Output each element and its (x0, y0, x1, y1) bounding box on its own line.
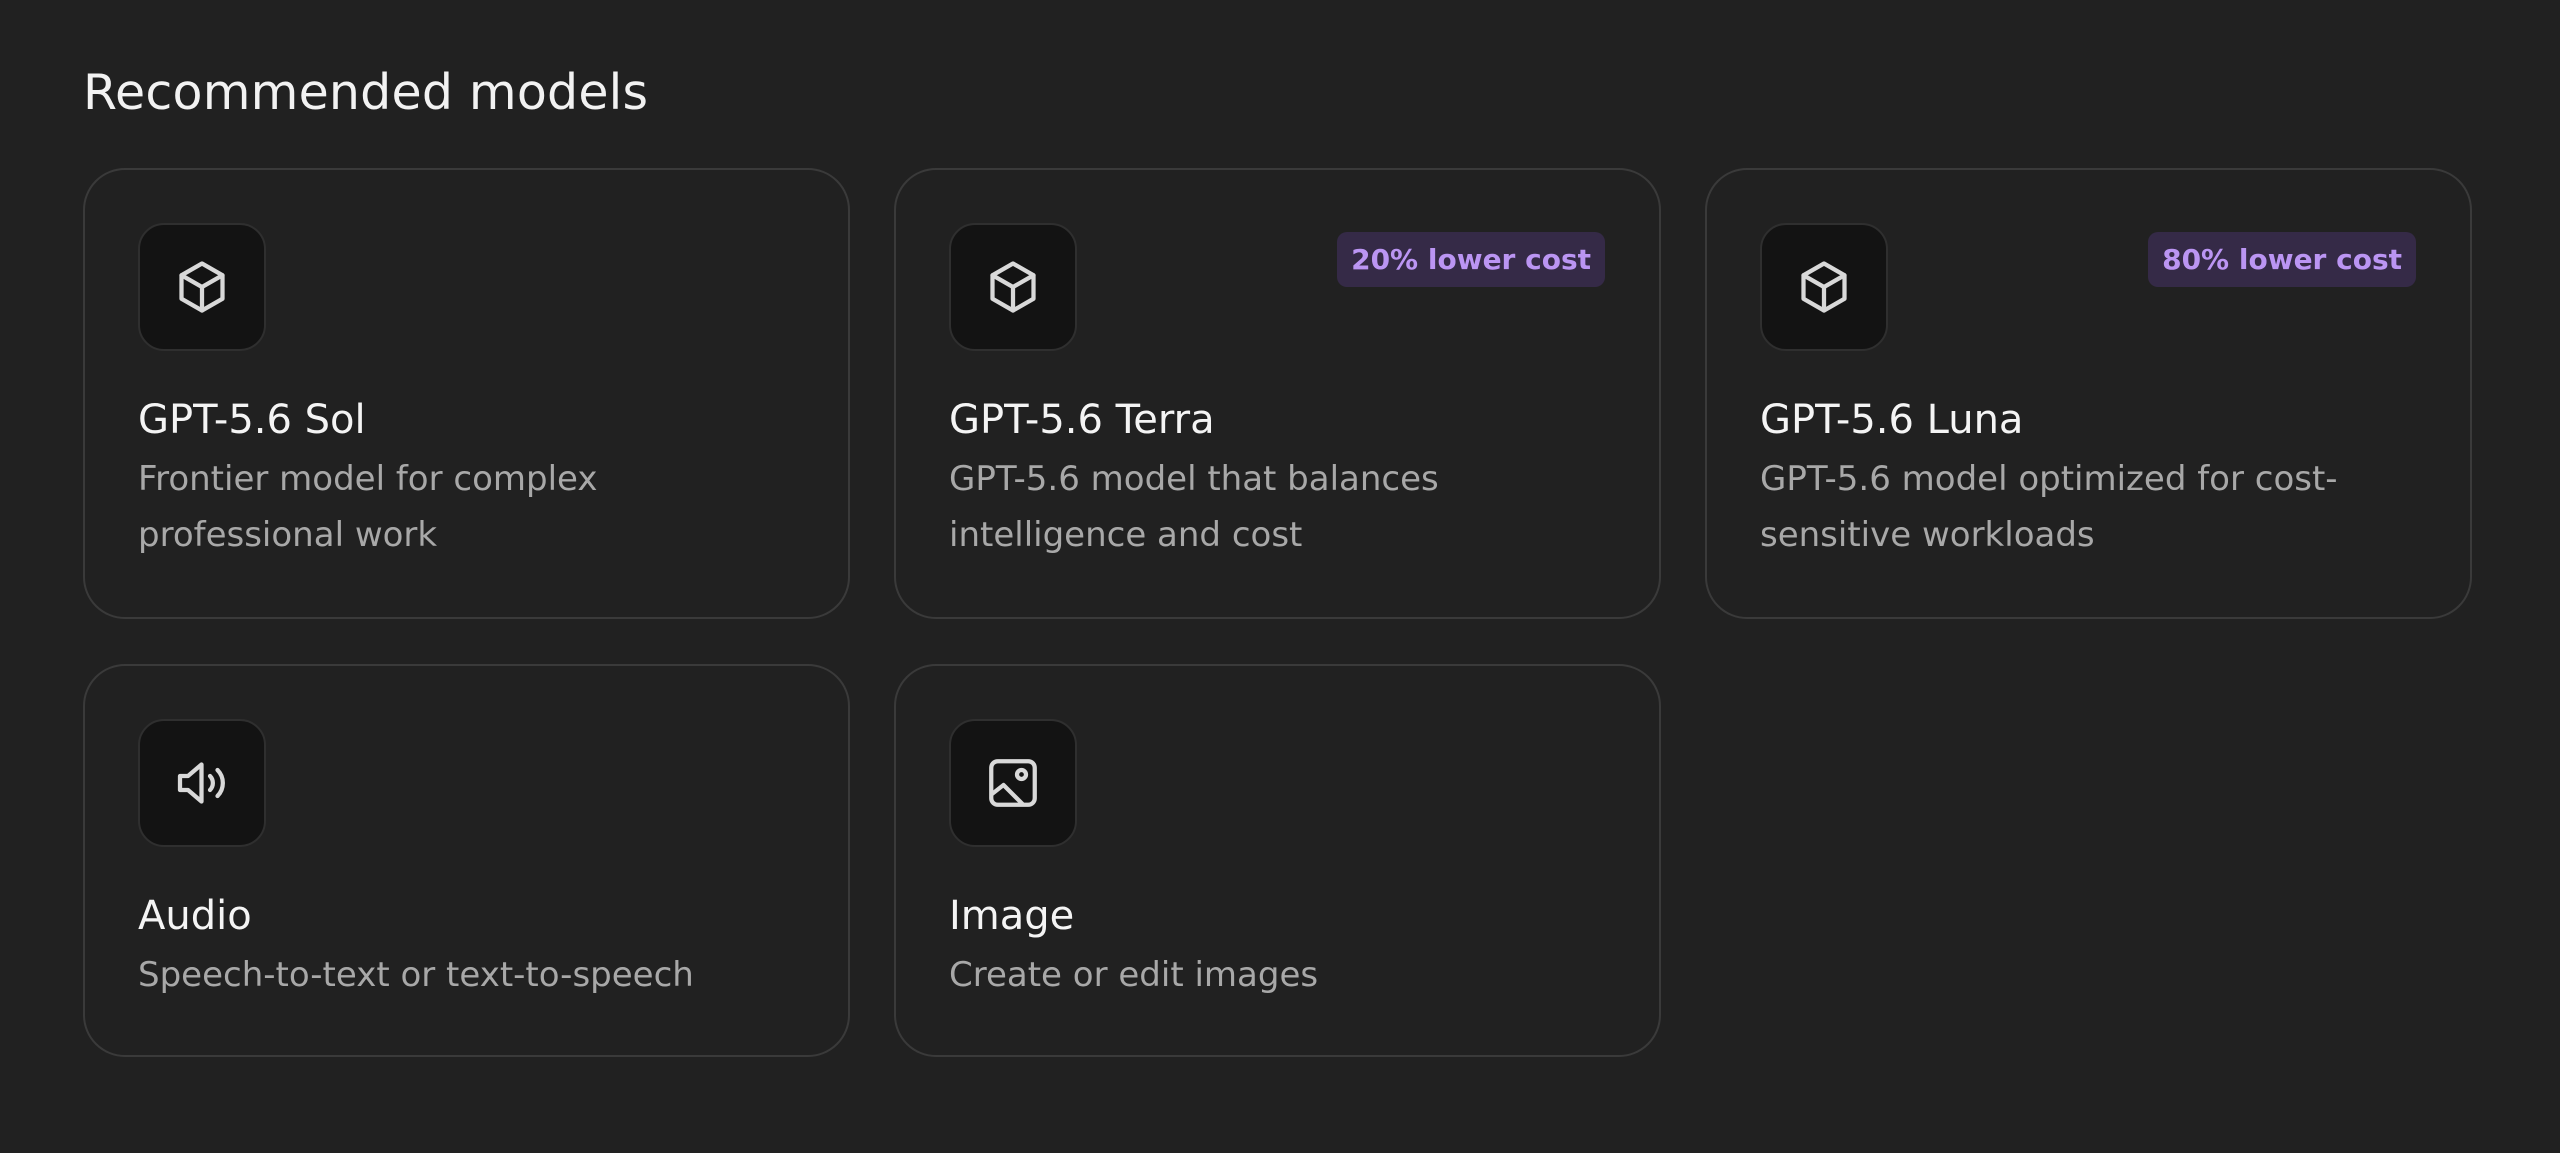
model-description: Speech-to-text or text-to-speech (138, 955, 694, 995)
model-title: GPT-5.6 Sol (138, 397, 366, 443)
model-title: Image (949, 893, 1075, 939)
model-card-grid: GPT-5.6 Sol Frontier model for complex p… (83, 168, 2472, 1057)
model-card-audio[interactable]: Audio Speech-to-text or text-to-speech (83, 664, 850, 1057)
cube-icon (1801, 261, 1847, 313)
recommended-models-page: Recommended models GPT-5.6 Sol Frontier … (0, 0, 2560, 1153)
icon-tile (138, 223, 266, 351)
model-description: Create or edit images (949, 955, 1319, 995)
model-card-image[interactable]: Image Create or edit images (894, 664, 1661, 1057)
icon-tile (949, 223, 1077, 351)
section-title: Recommended models (83, 64, 649, 121)
model-title: GPT-5.6 Luna (1760, 397, 2024, 443)
model-description: GPT-5.6 model optimized for cost-sensiti… (1760, 459, 2338, 555)
model-title: Audio (138, 893, 252, 939)
cube-icon (179, 261, 225, 313)
icon-tile (949, 719, 1077, 847)
icon-tile (138, 719, 266, 847)
model-card-gpt-5-6-sol[interactable]: GPT-5.6 Sol Frontier model for complex p… (83, 168, 850, 619)
speaker-icon (177, 762, 225, 804)
model-description: GPT-5.6 model that balances intelligence… (949, 459, 1439, 555)
model-description: Frontier model for complex professional … (138, 459, 598, 555)
model-card-gpt-5-6-luna[interactable]: 80% lower cost GPT-5.6 Luna GPT-5.6 mode… (1705, 168, 2472, 619)
cost-badge: 80% lower cost (2148, 232, 2416, 287)
cube-icon (990, 261, 1036, 313)
model-card-gpt-5-6-terra[interactable]: 20% lower cost GPT-5.6 Terra GPT-5.6 mod… (894, 168, 1661, 619)
cost-badge: 20% lower cost (1337, 232, 1605, 287)
icon-tile (1760, 223, 1888, 351)
image-icon (989, 759, 1037, 807)
model-title: GPT-5.6 Terra (949, 397, 1215, 443)
